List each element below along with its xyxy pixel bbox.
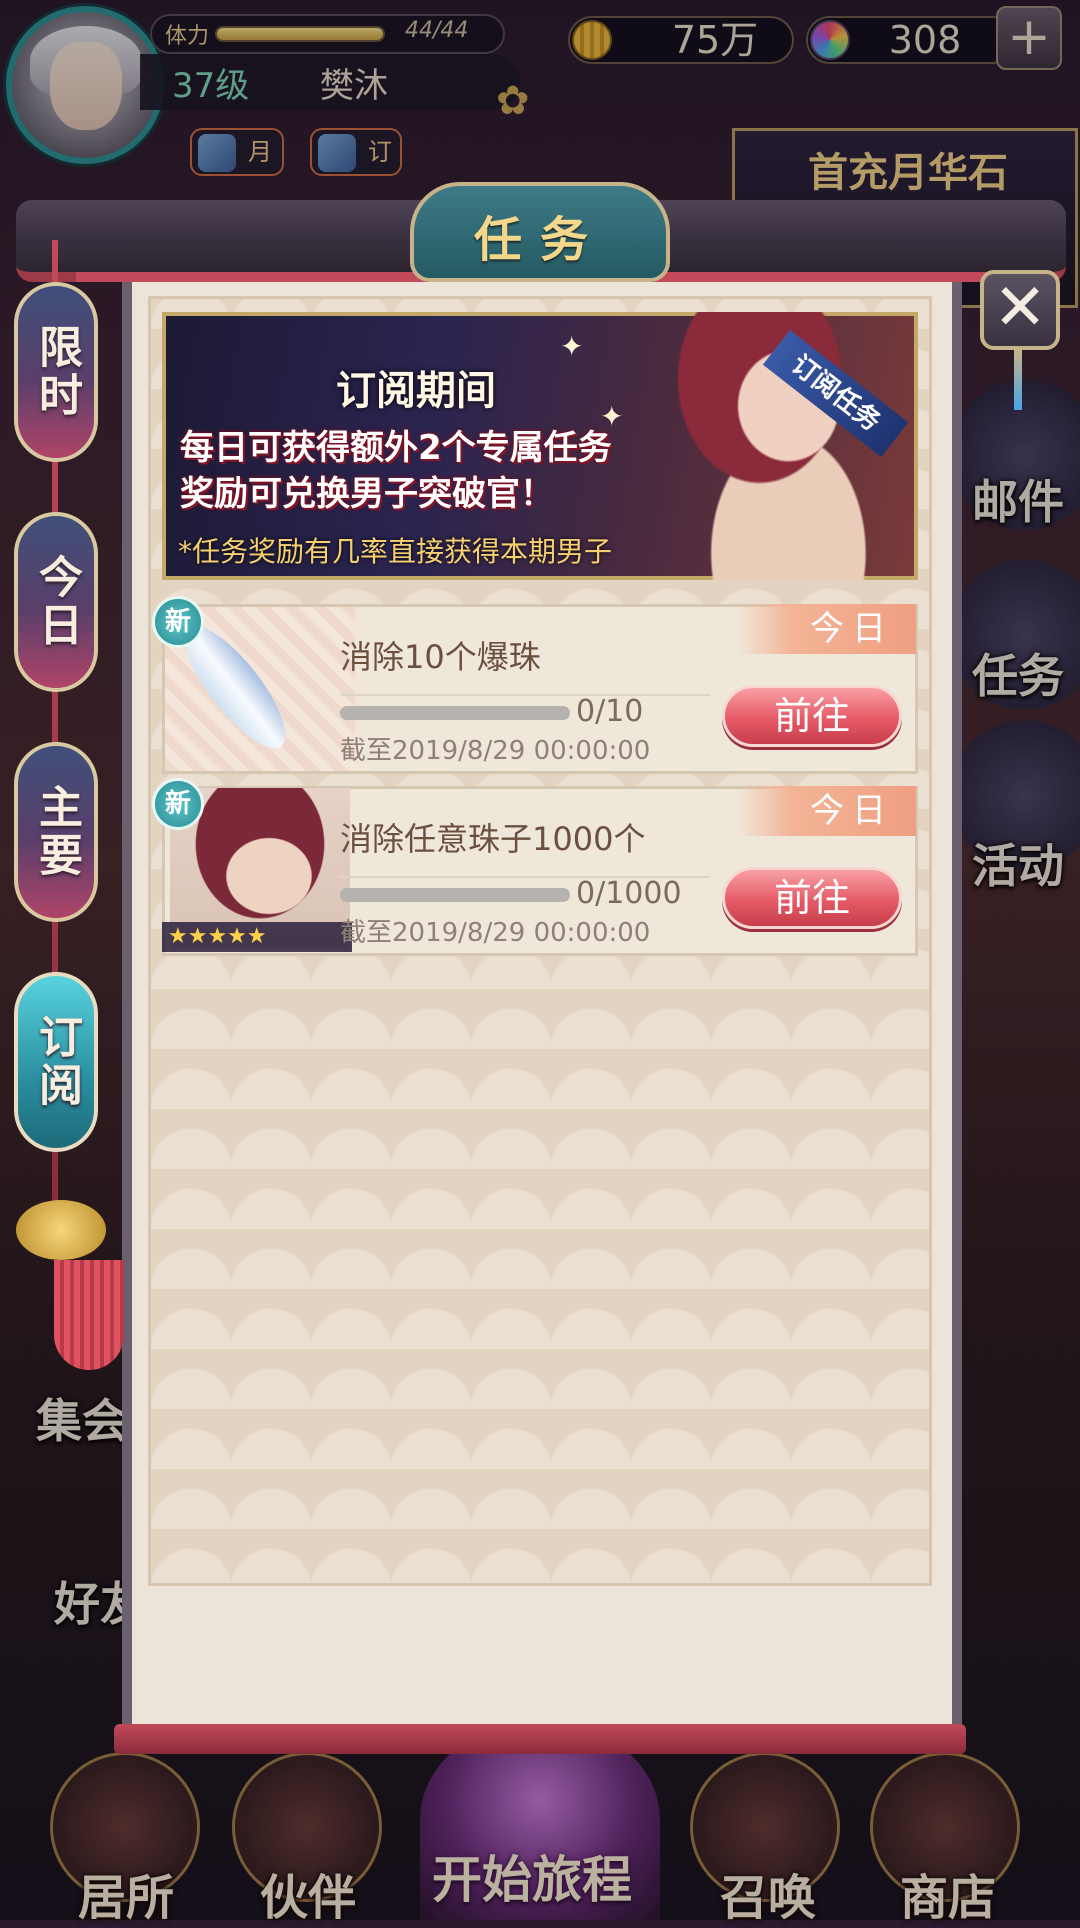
- banner-note: *任务奖励有几率直接获得本期男子: [178, 535, 613, 568]
- rarity-stars: ★★★★★: [162, 922, 352, 952]
- sparkle-icon: ✦: [560, 330, 584, 363]
- tassel-ornament: [54, 1260, 124, 1370]
- tab-main-label: 主要: [31, 784, 82, 880]
- tab-limited[interactable]: 限时: [14, 282, 98, 462]
- banner-line-2: 奖励可兑换男子突破官！: [180, 474, 554, 514]
- daily-tag: 今日: [738, 786, 916, 836]
- tab-main[interactable]: 主要: [14, 742, 98, 922]
- tab-daily-label: 今日: [31, 554, 82, 650]
- bell-ornament-icon: [16, 1200, 106, 1260]
- tab-limited-label: 限时: [31, 324, 82, 420]
- modal-title: 任务: [473, 212, 606, 268]
- task-deadline: 截至2019/8/29 00:00:00: [340, 918, 651, 948]
- tab-daily[interactable]: 今日: [14, 512, 98, 692]
- task-divider: [340, 694, 710, 696]
- task-progress-value: 0/10: [576, 694, 644, 729]
- task-progress-bar: [340, 706, 570, 720]
- close-button[interactable]: ✕: [980, 270, 1060, 350]
- task-progress-value: 0/1000: [576, 876, 682, 911]
- banner-line-1: 每日可获得额外2个专属任务: [180, 428, 612, 468]
- daily-tag: 今日: [738, 604, 916, 654]
- task-deadline: 截至2019/8/29 00:00:00: [340, 736, 651, 766]
- go-button[interactable]: 前往: [722, 685, 902, 747]
- tab-subscription-label: 订阅: [31, 1014, 82, 1110]
- scroll-bottom-rod: [114, 1724, 966, 1754]
- go-button[interactable]: 前往: [722, 867, 902, 929]
- banner-title: 订阅期间: [336, 368, 496, 414]
- task-name: 消除10个爆珠: [340, 638, 541, 676]
- new-badge: 新: [152, 596, 204, 648]
- task-progress-bar: [340, 888, 570, 902]
- task-name: 消除任意珠子1000个: [340, 820, 646, 858]
- new-badge: 新: [152, 778, 204, 830]
- close-tassel-ornament: [1014, 350, 1022, 410]
- tab-subscription[interactable]: 订阅: [14, 972, 98, 1152]
